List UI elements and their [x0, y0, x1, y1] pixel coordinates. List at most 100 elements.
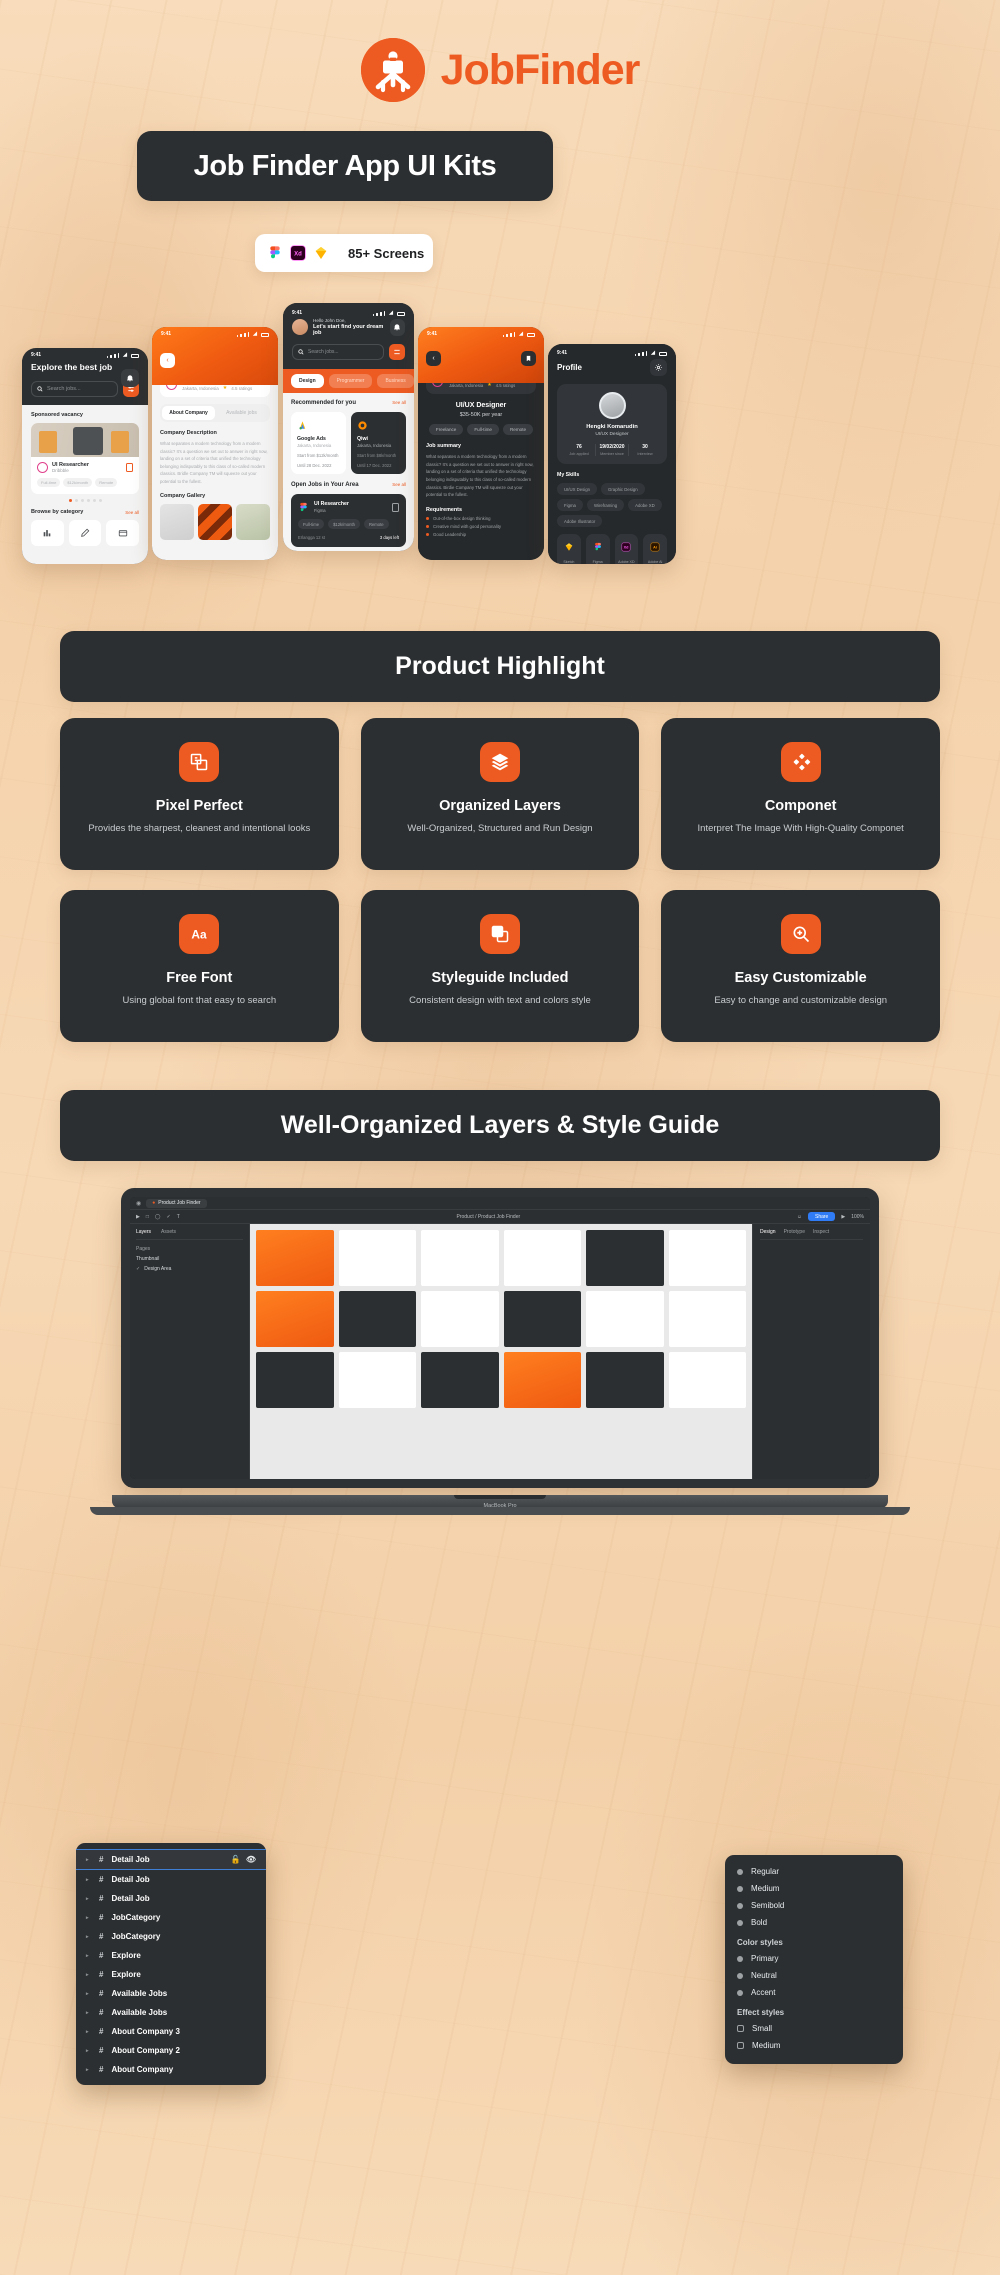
zoom-level[interactable]: 100% [851, 1214, 864, 1220]
chevron-right-icon[interactable]: ▸ [86, 2010, 91, 2016]
app-item[interactable]: Xd Adobe XD [614, 534, 639, 564]
layer-row[interactable]: ▸ # JobCategory [76, 1908, 266, 1927]
tab-design[interactable]: Design [760, 1229, 776, 1235]
sponsored-job-card[interactable]: UI Researcher Dribbble Full-time $12k/mo… [31, 423, 139, 494]
notification-bell-icon[interactable] [121, 369, 139, 387]
pen-tool-icon[interactable]: ✓ [167, 1214, 171, 1220]
chevron-right-icon[interactable]: ▸ [86, 2029, 91, 2035]
move-tool-icon[interactable]: ▶ [136, 1214, 140, 1220]
page-item-design-area[interactable]: ✓ Design Area [136, 1266, 243, 1272]
avatar[interactable] [292, 319, 308, 335]
chevron-right-icon[interactable]: ▸ [86, 2048, 91, 2054]
app-item[interactable]: Ai Adobe Ai [643, 534, 667, 564]
tab-about-company[interactable]: About Company [162, 406, 215, 420]
layer-row[interactable]: ▸ # Detail Job [76, 1889, 266, 1908]
tab-prototype[interactable]: Prototype [784, 1229, 805, 1235]
canvas-frame[interactable] [338, 1230, 416, 1286]
text-style-row[interactable]: Medium [725, 1880, 903, 1897]
layer-row[interactable]: ▸ # Explore [76, 1965, 266, 1984]
effect-style-row[interactable]: Medium [725, 2037, 903, 2054]
canvas-frame[interactable] [586, 1352, 664, 1408]
canvas-frame[interactable] [421, 1230, 499, 1286]
shape-tool-icon[interactable]: ◯ [155, 1214, 161, 1220]
gallery-image[interactable] [160, 504, 194, 541]
layer-row[interactable]: ▸ # Available Jobs [76, 1984, 266, 2003]
canvas-frame[interactable] [256, 1352, 334, 1408]
chevron-right-icon[interactable]: ▸ [86, 1896, 91, 1902]
present-icon[interactable]: ▶ [841, 1214, 845, 1220]
gear-icon[interactable] [650, 359, 667, 376]
notification-bell-icon[interactable] [389, 318, 405, 336]
search-input[interactable]: Search jobs... [292, 344, 384, 360]
recommended-card[interactable]: Qiwi Jakarta, Indonesia Start from $8k/m… [351, 412, 406, 474]
category-item[interactable] [31, 520, 64, 546]
text-tool-icon[interactable]: T [177, 1214, 180, 1220]
chevron-right-icon[interactable]: ▸ [86, 1953, 91, 1959]
comment-icon[interactable]: ☺ [797, 1214, 802, 1220]
category-item[interactable] [106, 520, 140, 546]
layer-row[interactable]: ▸ # About Company 3 [76, 2022, 266, 2041]
tab-assets[interactable]: Assets [161, 1229, 176, 1235]
canvas-frame[interactable] [338, 1291, 416, 1347]
layer-row[interactable]: ▸ # JobCategory [76, 1927, 266, 1946]
tab-available-jobs[interactable]: Available jobs [215, 406, 268, 420]
canvas-frame[interactable] [256, 1230, 334, 1286]
left-panel-tabs[interactable]: Layers Assets [136, 1229, 243, 1240]
color-style-row[interactable]: Primary [725, 1950, 903, 1967]
chevron-right-icon[interactable]: ▸ [86, 2067, 91, 2073]
canvas-frame[interactable] [421, 1291, 499, 1347]
text-style-row[interactable]: Bold [725, 1914, 903, 1931]
chevron-right-icon[interactable]: ▸ [86, 1972, 91, 1978]
filter-button[interactable] [389, 344, 405, 360]
canvas-frame[interactable] [503, 1352, 581, 1408]
color-style-row[interactable]: Accent [725, 1984, 903, 2001]
page-item-thumbnail[interactable]: Thumbnail [136, 1256, 243, 1262]
chevron-right-icon[interactable]: ▸ [86, 1915, 91, 1921]
chevron-right-icon[interactable]: ▸ [86, 1991, 91, 1997]
canvas-frame[interactable] [338, 1352, 416, 1408]
category-item[interactable] [68, 520, 102, 546]
canvas-frame[interactable] [421, 1352, 499, 1408]
recommended-card[interactable]: Google Ads Jakarta, Indonesia Start from… [291, 412, 346, 474]
company-tabs[interactable]: About Company Available jobs [160, 404, 270, 422]
layer-row[interactable]: ▸ # About Company [76, 2060, 266, 2079]
tab-inspect[interactable]: Inspect [813, 1229, 829, 1235]
right-panel-tabs[interactable]: Design Prototype Inspect [760, 1229, 863, 1240]
search-input[interactable]: Search jobs... [31, 381, 118, 397]
chip-business[interactable]: Business [377, 374, 414, 388]
canvas-frame[interactable] [586, 1291, 664, 1347]
carousel-dots[interactable] [31, 499, 139, 502]
layer-row[interactable]: ▸ # About Company 2 [76, 2041, 266, 2060]
chip-design[interactable]: Design [291, 374, 324, 388]
bookmark-icon[interactable] [392, 502, 399, 512]
canvas-frame[interactable] [503, 1291, 581, 1347]
canvas-frame[interactable] [586, 1230, 664, 1286]
gallery-image[interactable] [198, 504, 232, 541]
chevron-right-icon[interactable]: ▸ [86, 1857, 91, 1863]
bookmark-button[interactable] [521, 351, 536, 366]
category-chip-bar[interactable]: Design Programmer Business [283, 369, 414, 393]
layer-row[interactable]: ▸ # Detail Job [76, 1870, 266, 1889]
eye-icon[interactable]: 👁 [246, 1855, 256, 1864]
see-all-link[interactable]: See all [392, 400, 406, 405]
canvas-frame[interactable] [503, 1230, 581, 1286]
app-item[interactable]: Sketch [557, 534, 581, 564]
canvas-frame[interactable] [668, 1230, 746, 1286]
figma-canvas[interactable] [250, 1224, 752, 1479]
layer-row[interactable]: ▸ # Detail Job 🔓 👁 [76, 1849, 266, 1870]
figma-file-tab[interactable]: ● Product Job Finder [146, 1198, 207, 1208]
open-job-card[interactable]: UI Researcher Figma Full-time $12k/month… [291, 494, 406, 547]
frame-tool-icon[interactable]: □ [146, 1214, 149, 1220]
canvas-frame[interactable] [668, 1352, 746, 1408]
back-button[interactable]: ‹ [426, 351, 441, 366]
layer-row[interactable]: ▸ # Explore [76, 1946, 266, 1965]
avatar[interactable] [598, 392, 626, 419]
app-item[interactable]: Figma [585, 534, 610, 564]
chevron-right-icon[interactable]: ▸ [86, 1934, 91, 1940]
canvas-frame[interactable] [256, 1291, 334, 1347]
back-button[interactable]: ‹ [160, 353, 175, 368]
see-all-link[interactable]: See all [125, 510, 139, 515]
tab-layers[interactable]: Layers [136, 1229, 151, 1235]
canvas-frame[interactable] [668, 1291, 746, 1347]
lock-icon[interactable]: 🔓 [231, 1855, 241, 1864]
